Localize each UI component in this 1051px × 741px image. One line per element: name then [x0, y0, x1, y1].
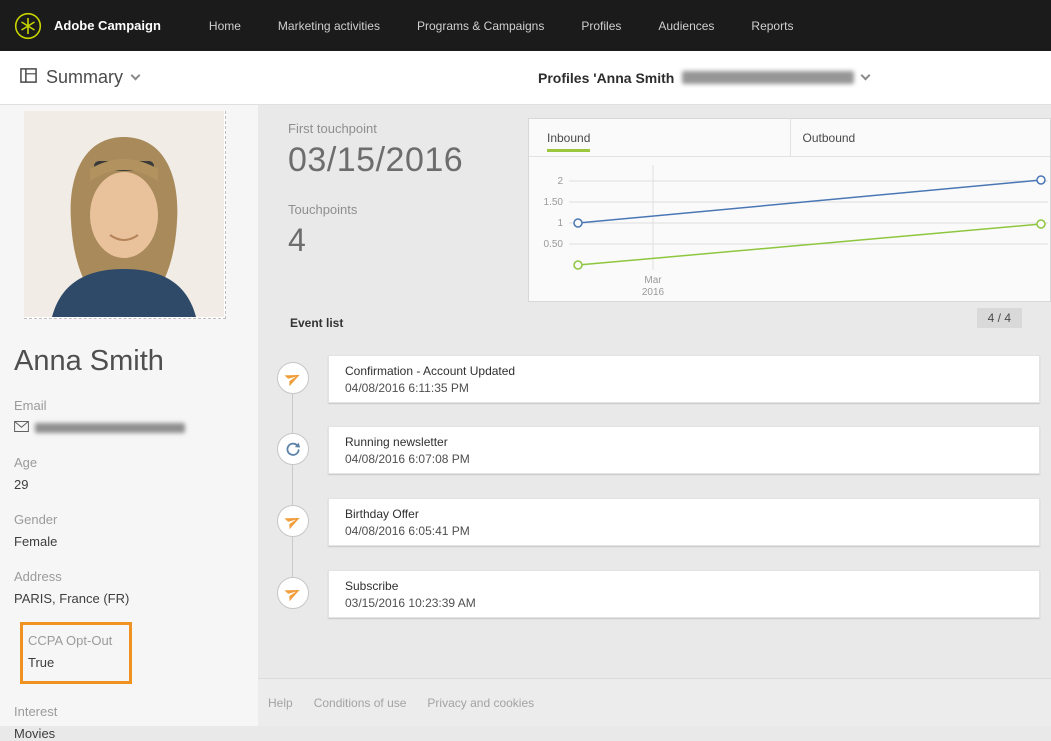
nav-profiles[interactable]: Profiles: [581, 19, 621, 33]
touchpoints-value: 4: [288, 222, 307, 258]
field-label-email: Email: [14, 398, 47, 413]
field-ccpa-opt-out: CCPA Opt-Out True: [28, 633, 113, 670]
nav-audiences[interactable]: Audiences: [658, 19, 714, 33]
view-switcher[interactable]: Summary: [20, 67, 141, 89]
event-card[interactable]: Subscribe 03/15/2016 10:23:39 AM: [328, 570, 1040, 618]
redacted-profile-id: [682, 71, 855, 84]
profile-sidebar: Anna Smith Email Age 29 Gender Female Ad…: [0, 105, 258, 741]
app-title: Adobe Campaign: [54, 18, 161, 33]
svg-text:1: 1: [557, 218, 563, 229]
svg-text:2016: 2016: [642, 287, 665, 298]
profile-fields: Email Age 29 Gender Female Address PARIS…: [14, 398, 258, 741]
chart-tabs: Inbound Outbound: [529, 119, 1050, 157]
top-navigation-bar: Adobe Campaign Home Marketing activities…: [0, 0, 1051, 51]
field-gender: Gender Female: [14, 512, 58, 549]
paper-plane-icon: [277, 362, 309, 394]
field-age: Age 29: [14, 455, 38, 492]
first-touchpoint-label: First touchpoint: [288, 121, 377, 136]
page-header-bar: Summary Profiles 'Anna Smith: [0, 51, 1051, 105]
nav-marketing-activities[interactable]: Marketing activities: [278, 19, 380, 33]
nav-reports[interactable]: Reports: [751, 19, 793, 33]
event-card[interactable]: Confirmation - Account Updated 04/08/201…: [328, 355, 1040, 403]
touchpoints-line-chart: 2 1.50 1 0.50 Mar 2016: [544, 165, 1048, 298]
content-area: Anna Smith Email Age 29 Gender Female Ad…: [0, 105, 1051, 741]
field-email: Email: [14, 398, 258, 435]
page-title: Profiles 'Anna Smith: [538, 69, 675, 86]
event-list-header: Event list: [290, 316, 344, 330]
summary-main-panel: First touchpoint 03/15/2016 Touchpoints …: [258, 105, 1051, 726]
nav-programs-campaigns[interactable]: Programs & Campaigns: [417, 19, 544, 33]
ccpa-opt-out-highlight-box: CCPA Opt-Out True: [20, 622, 132, 684]
main-nav: Home Marketing activities Programs & Cam…: [209, 19, 794, 33]
footer-link-conditions[interactable]: Conditions of use: [314, 696, 407, 710]
paper-plane-icon: [277, 505, 309, 537]
profile-name: Anna Smith: [14, 345, 164, 377]
event-card[interactable]: Running newsletter 04/08/2016 6:07:08 PM: [328, 426, 1040, 474]
view-label: Summary: [46, 67, 124, 87]
svg-text:0.50: 0.50: [544, 239, 564, 250]
touchpoints-chart-card: Inbound Outbound 2 1.50 1 0.50 Mar 2016: [528, 118, 1051, 302]
footer-link-privacy[interactable]: Privacy and cookies: [427, 696, 534, 710]
redacted-email-value: [35, 422, 185, 433]
svg-text:2: 2: [557, 176, 563, 187]
tab-outbound[interactable]: Outbound: [789, 119, 1051, 156]
chevron-down-icon: [130, 70, 141, 81]
paper-plane-icon: [277, 577, 309, 609]
nav-home[interactable]: Home: [209, 19, 241, 33]
envelope-icon: [14, 420, 29, 435]
touchpoints-label: Touchpoints: [288, 202, 358, 217]
svg-text:Mar: Mar: [644, 275, 662, 286]
page-footer: Help Conditions of use Privacy and cooki…: [258, 678, 1051, 726]
event-count-badge: 4 / 4: [976, 308, 1022, 328]
first-touchpoint-value: 03/15/2016: [288, 141, 464, 179]
field-address: Address PARIS, France (FR): [14, 569, 130, 606]
profile-heading: Profiles 'Anna Smith: [538, 51, 871, 104]
summary-view-icon: [20, 67, 37, 89]
svg-text:1.50: 1.50: [544, 197, 564, 208]
event-row-4: Subscribe 03/15/2016 10:23:39 AM: [258, 570, 1051, 618]
kpi-block: First touchpoint 03/15/2016 Touchpoints …: [288, 121, 463, 259]
field-interest: Interest Movies: [14, 704, 58, 741]
event-row-3: Birthday Offer 04/08/2016 6:05:41 PM: [258, 498, 1051, 546]
timeline-connector: [292, 378, 293, 594]
event-row-2: Running newsletter 04/08/2016 6:07:08 PM: [258, 426, 1051, 474]
tab-inbound[interactable]: Inbound: [529, 119, 790, 156]
footer-link-help[interactable]: Help: [268, 696, 293, 710]
recurring-delivery-icon: [277, 433, 309, 465]
chevron-down-icon[interactable]: [860, 70, 871, 81]
event-card[interactable]: Birthday Offer 04/08/2016 6:05:41 PM: [328, 498, 1040, 546]
field-value-email-redacted: [14, 420, 258, 435]
adobe-campaign-logo-icon: [14, 12, 42, 40]
profile-photo: [24, 111, 226, 319]
event-row-1: Confirmation - Account Updated 04/08/201…: [258, 355, 1051, 403]
